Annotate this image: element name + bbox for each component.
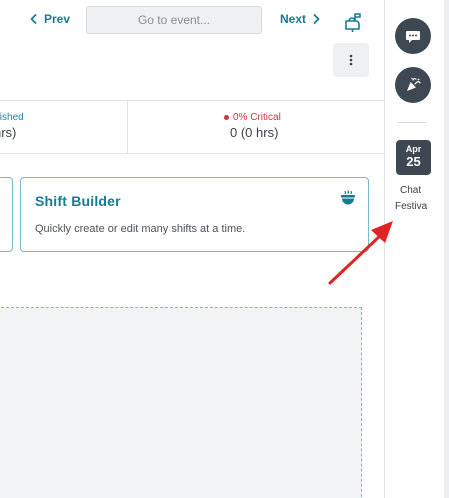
event-date-badge[interactable]: Apr 25	[396, 140, 431, 175]
tool-card-partial[interactable]	[0, 177, 13, 252]
more-options-button[interactable]	[333, 43, 369, 77]
shift-builder-card[interactable]: Shift Builder Quickly create or edit man…	[20, 177, 369, 252]
rail-scrollbar[interactable]	[444, 0, 449, 498]
event-caption-line1: Chat	[400, 185, 422, 196]
published-stat-value: hrs)	[0, 125, 17, 140]
more-vertical-icon	[349, 54, 353, 66]
date-day: 25	[406, 154, 421, 169]
prev-button[interactable]: Prev	[30, 12, 70, 26]
next-button[interactable]: Next	[280, 12, 320, 26]
hot-dish-icon	[341, 190, 355, 205]
card-title: Shift Builder	[35, 193, 121, 209]
stats-bar: blished hrs) 0% Critical 0 (0 hrs)	[0, 100, 384, 154]
critical-dot-icon	[224, 115, 229, 120]
celebrate-button[interactable]	[395, 67, 431, 103]
critical-stat-text: 0% Critical	[233, 112, 281, 123]
published-stat-label: blished	[0, 112, 24, 123]
date-month: Apr	[405, 144, 422, 154]
party-popper-icon	[407, 77, 421, 91]
mailbox-icon[interactable]	[343, 10, 365, 32]
prev-label: Prev	[44, 12, 71, 26]
chevron-right-icon	[313, 14, 320, 24]
chevron-left-icon	[30, 14, 37, 24]
chat-bubble-icon	[406, 31, 420, 43]
rail-divider	[397, 122, 427, 123]
stats-divider	[127, 101, 128, 154]
next-label: Next	[280, 12, 307, 26]
event-caption-line2: Festiva	[395, 201, 428, 212]
go-to-event-input[interactable]	[86, 6, 262, 34]
event-caption[interactable]: Chat Festiva	[395, 183, 449, 215]
critical-stat-label: 0% Critical	[224, 112, 281, 123]
critical-stat-value: 0 (0 hrs)	[230, 125, 279, 140]
card-description: Quickly create or edit many shifts at a …	[35, 223, 246, 235]
main-area: Prev Next blished hrs) 0% Critical 0 (0 …	[0, 0, 384, 498]
drop-zone[interactable]	[0, 307, 362, 498]
chat-button[interactable]	[395, 18, 431, 54]
